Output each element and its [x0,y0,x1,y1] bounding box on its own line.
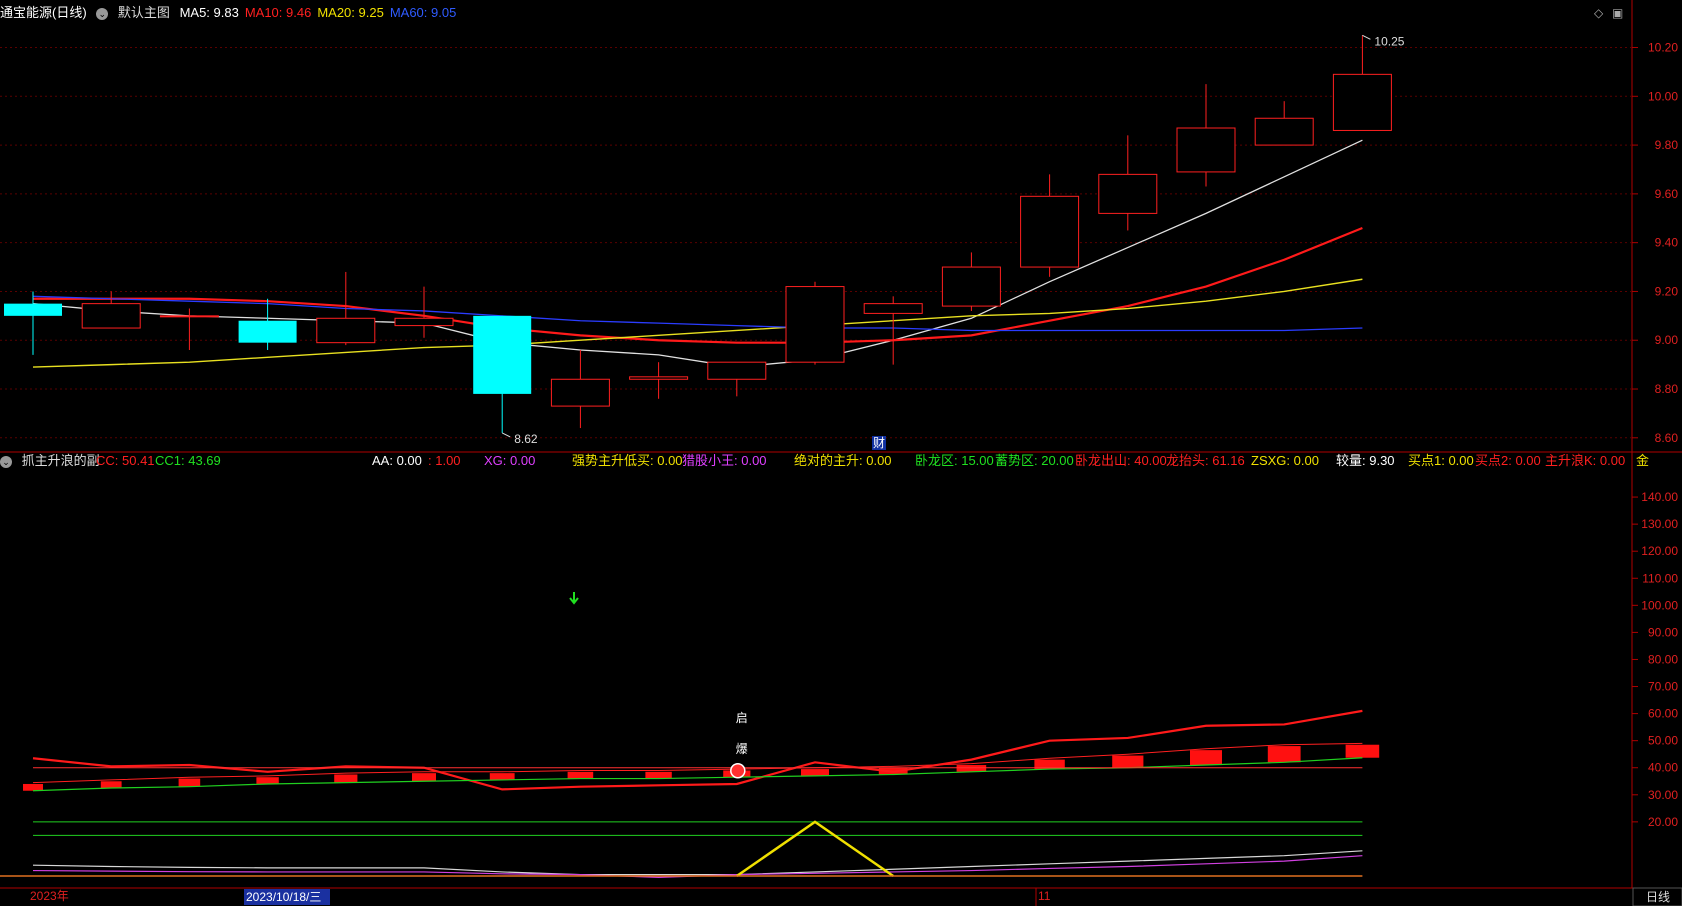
ind-tick-label: 50.00 [1648,734,1678,748]
ma-line-ma20 [32,278,1363,368]
candle [941,252,1001,311]
month-label: 11 [1038,889,1051,903]
candle-body [941,266,1001,307]
candle [4,291,62,355]
signal-bar [956,765,987,772]
candle [707,361,767,397]
ind-line-absolute-rise [736,820,894,878]
signal-bar [1267,746,1301,763]
ind-tick-label: 100.00 [1641,598,1678,612]
signal-bar [489,773,515,780]
price-tick-label: 8.60 [1655,431,1679,445]
ind-tick-label: 60.00 [1648,707,1678,721]
qi-label: 启 [736,711,748,725]
signal-bar [801,769,829,776]
signal-bar [567,771,594,779]
candle-body [550,378,610,407]
signal-bar [334,774,358,783]
candle-body [238,320,297,343]
candle-body [394,317,454,327]
ma-line-ma10 [33,227,1363,344]
high-price-label: 10.25 [1374,34,1404,48]
signal-bar [178,778,201,787]
candle [81,291,141,329]
low-price-label: 8.62 [514,432,538,446]
signal-bar [1345,744,1380,758]
candle-body [785,286,845,363]
candle [1254,101,1314,146]
candle-body [81,303,141,329]
price-tick-label: 9.80 [1655,138,1679,152]
chart-canvas[interactable]: 8.60 8.80 9.00 9.20 9.40 9.60 9.80 10.00 10.20 10… [0,0,1682,906]
cursor-date-label: 2023/10/18/三 [246,890,321,904]
candle [550,349,610,429]
candle-body [1176,127,1236,173]
ind-tick-label: 130.00 [1641,517,1678,531]
ind-tick-label: 80.00 [1648,652,1678,666]
candle-body [1098,173,1158,214]
signal-bar [23,783,43,791]
candle [785,281,845,365]
candle [1020,174,1080,277]
candle-body [1020,195,1080,268]
cai-label: 财 [873,436,885,450]
candle-body [629,376,689,380]
price-tick-label: 8.80 [1655,382,1679,396]
year-label: 2023年 [30,889,69,903]
signal-bar [645,771,672,779]
low-marker-arrow [501,432,511,438]
signal-bar [256,777,279,784]
price-tick-label: 10.20 [1648,41,1678,55]
candle [238,298,297,350]
ind-tick-label: 140.00 [1641,490,1678,504]
period-label: 日线 [1646,890,1670,904]
ind-tick-label: 30.00 [1648,788,1678,802]
candle-body [4,303,62,316]
signal-bar [412,773,436,782]
ind-tick-label: 20.00 [1648,815,1678,829]
bao-ball-icon [730,762,746,779]
price-tick-label: 9.20 [1655,284,1679,298]
candle-body [159,315,219,318]
candle-body [473,315,532,394]
price-tick-label: 9.00 [1655,333,1679,347]
signal-bar [1112,755,1144,768]
time-axis: 2023年 2023/10/18/三 11 日线 [30,887,1682,906]
high-marker-arrow [1362,34,1371,40]
candle-body [863,303,923,314]
signal-bar [100,781,122,789]
candle [1098,135,1158,231]
candle-body [316,317,376,344]
cai-badge: 财 [872,436,886,450]
candle-body [707,361,767,380]
signal-bar [1190,750,1222,766]
signal-trend-line [32,742,1363,784]
price-tick-label: 9.60 [1655,187,1679,201]
ind-tick-label: 110.00 [1642,571,1678,585]
candle [1332,35,1392,131]
ind-line-较量 [32,850,1363,876]
bao-label: 爆 [736,742,748,756]
ind-tick-label: 40.00 [1648,761,1678,775]
ind-tick-label: 70.00 [1648,680,1678,694]
candle-body [1332,73,1392,131]
ma-line-ma60 [32,295,1363,332]
down-arrow-icon [569,592,579,605]
ind-tick-label: 120.00 [1641,544,1678,558]
candle [629,362,689,399]
candle [863,296,923,365]
ind-tick-label: 90.00 [1648,625,1678,639]
candle-body [1254,117,1314,146]
price-tick-label: 10.00 [1648,89,1678,103]
candle [473,315,532,433]
ind-line-CC1 [32,757,1363,792]
price-tick-label: 9.40 [1655,236,1679,250]
candle [1176,84,1236,187]
